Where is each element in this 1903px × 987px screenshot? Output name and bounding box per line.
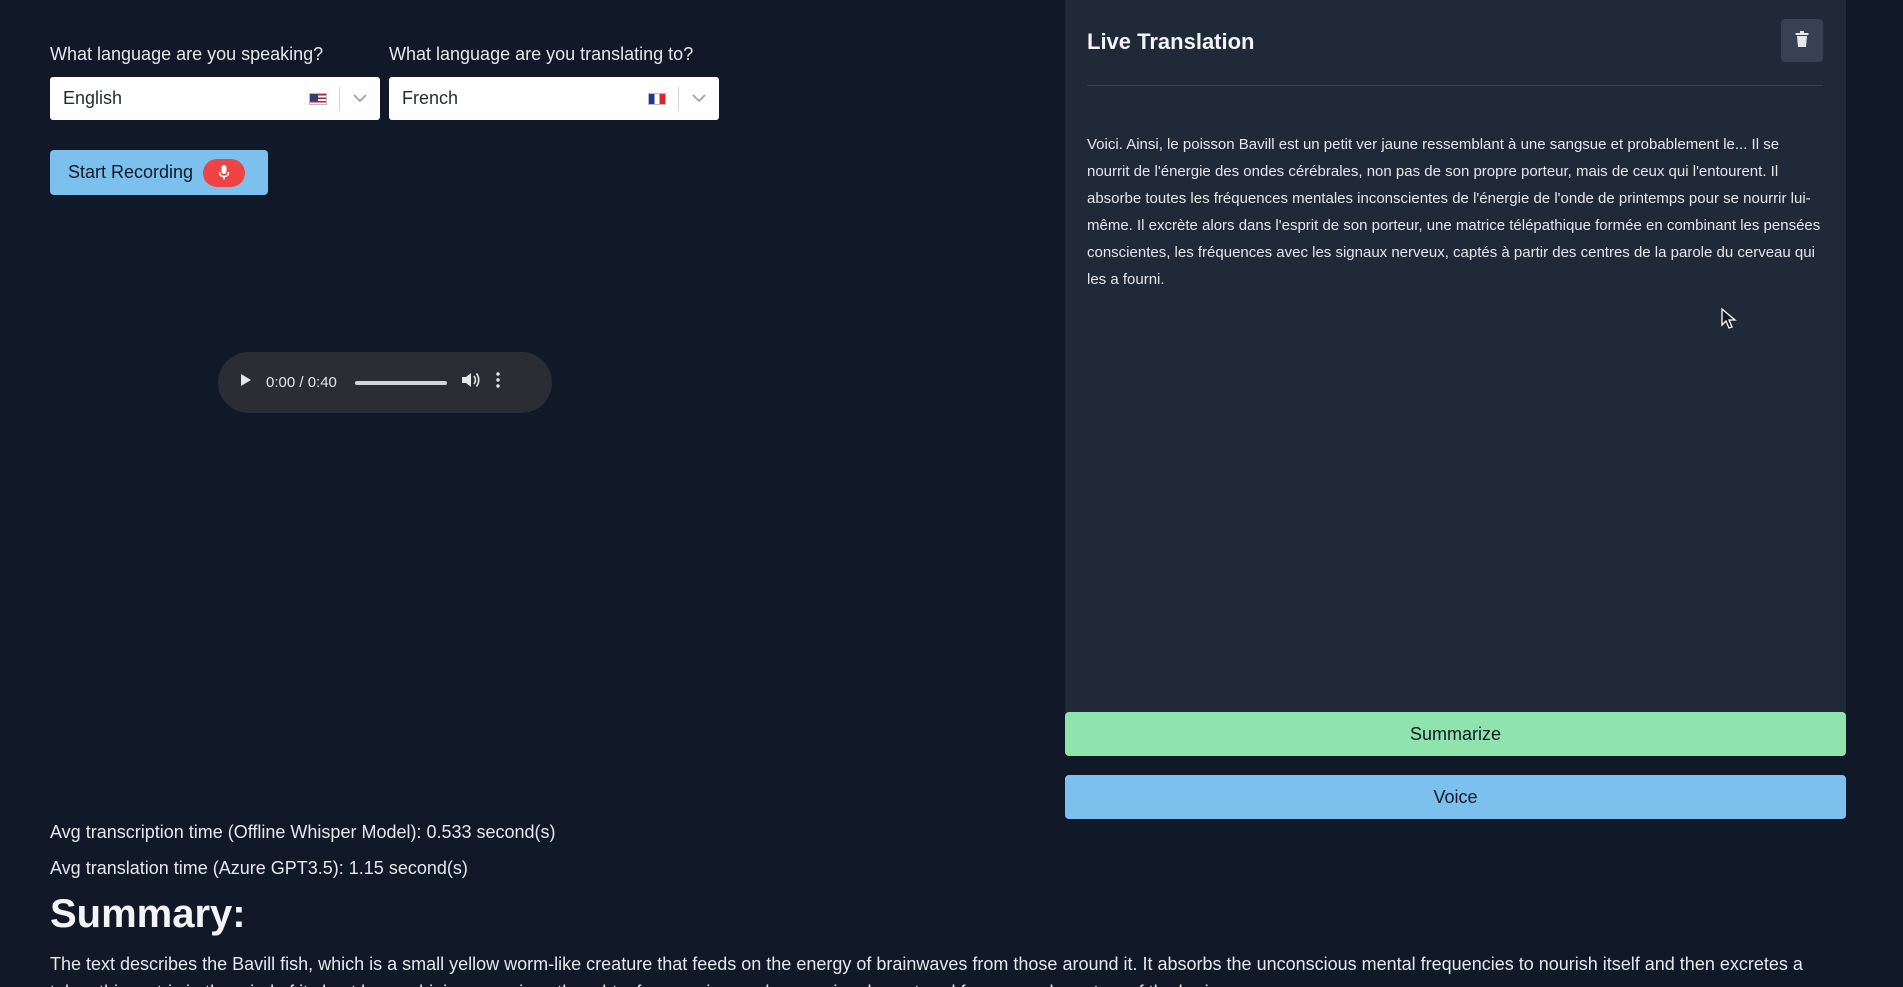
- chevron-down-icon[interactable]: [340, 94, 380, 103]
- start-recording-button[interactable]: Start Recording: [50, 150, 268, 195]
- fr-flag-icon: [648, 92, 666, 105]
- play-icon[interactable]: [240, 373, 252, 392]
- us-flag-icon: [309, 92, 327, 105]
- clear-translation-button[interactable]: [1781, 19, 1823, 62]
- translation-time-stat: Avg translation time (Azure GPT3.5): 1.1…: [50, 858, 468, 878]
- speaking-language-select[interactable]: English: [50, 77, 380, 120]
- more-options-icon[interactable]: [495, 371, 501, 394]
- live-translation-text: Voici. Ainsi, le poisson Bavill est un p…: [1087, 136, 1821, 288]
- live-translation-title: Live Translation: [1087, 29, 1255, 54]
- speaking-language-value: English: [63, 88, 123, 108]
- audio-progress-slider[interactable]: [354, 380, 447, 385]
- trash-icon: [1795, 31, 1809, 50]
- translating-language-label: What language are you translating to?: [389, 44, 694, 64]
- summary-title: Summary:: [50, 892, 246, 936]
- summarize-button[interactable]: Summarize: [1065, 712, 1846, 756]
- microphone-icon: [203, 158, 246, 187]
- audio-time: 0:00 / 0:40: [266, 374, 337, 391]
- live-translation-panel: Live Translation Voici. Ainsi, le poisso…: [1065, 0, 1846, 712]
- mouse-cursor-icon: [1721, 307, 1737, 335]
- audio-player: 0:00 / 0:40: [218, 352, 552, 413]
- transcription-time-stat: Avg transcription time (Offline Whisper …: [50, 822, 556, 842]
- volume-icon[interactable]: [461, 371, 481, 394]
- panel-divider: [1087, 85, 1823, 86]
- speaking-language-group: What language are you speaking? English: [50, 44, 380, 120]
- translating-language-select[interactable]: French: [389, 77, 719, 120]
- page: What language are you speaking? English …: [0, 0, 1903, 987]
- start-recording-label: Start Recording: [68, 162, 194, 182]
- voice-button[interactable]: Voice: [1065, 775, 1846, 819]
- summary-text: The text describes the Bavill fish, whic…: [50, 954, 1803, 987]
- speaking-language-label: What language are you speaking?: [50, 44, 324, 64]
- translating-language-value: French: [402, 88, 459, 108]
- translating-language-group: What language are you translating to? Fr…: [389, 44, 719, 120]
- chevron-down-icon[interactable]: [679, 94, 719, 103]
